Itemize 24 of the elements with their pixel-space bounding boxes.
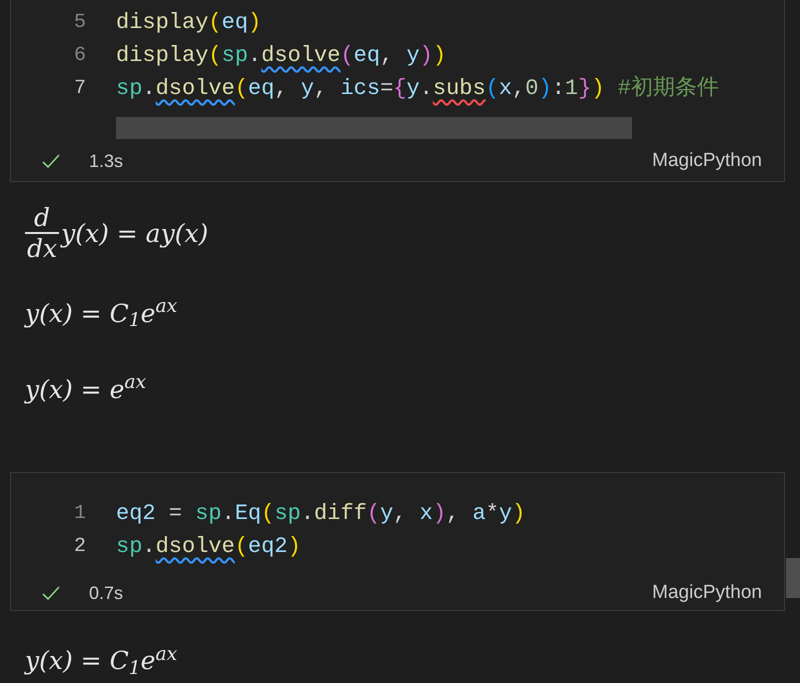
equation-text: y(x) = C$_{1}$e$^{ax}$ [25, 642, 178, 680]
fraction-numerator: d [33, 204, 52, 232]
code-line[interactable]: display(sp.dsolve(eq, y)) [116, 39, 446, 72]
scrollbar-thumb[interactable] [786, 558, 800, 598]
line-number: 7 [72, 76, 86, 102]
equation-text: y(x) = C$_{1}$e$^{ax}$ [25, 295, 178, 332]
code-line[interactable]: sp.dsolve(eq2) [116, 530, 301, 563]
line-number: 6 [72, 42, 86, 68]
code-line[interactable]: sp.dsolve(eq, y, ics={y.subs(x,0):1}) #初期条件 [116, 72, 719, 105]
code-line[interactable]: display(eq) [116, 6, 262, 39]
execution-time: 0.7s [89, 582, 124, 604]
notebook-cell[interactable]: 5 display(eq) 6 display(sp.dsolve(eq, y)) 7 sp.dsolve(eq, y, ics={y.subs(x,0):1}) #初期条件 1.3s MagicPython [10, 0, 785, 182]
code-line[interactable]: eq2 = sp.Eq(sp.diff(y, x), a*y) [116, 497, 526, 530]
line-number: 5 [72, 10, 86, 36]
line-number: 2 [72, 534, 86, 560]
language-label[interactable]: MagicPython [652, 146, 762, 176]
line-number: 1 [72, 500, 86, 526]
fraction-denominator: dx [26, 234, 58, 264]
language-label[interactable]: MagicPython [652, 578, 762, 608]
scrollbar-thumb[interactable] [116, 117, 632, 139]
equation-text: y(x) = e$^{ax}$ [25, 371, 146, 406]
execution-time: 1.3s [89, 150, 124, 172]
equation-text: y(x) = ay(x) [61, 218, 208, 250]
notebook-cell[interactable]: 1 eq2 = sp.Eq(sp.diff(y, x), a*y) 2 sp.dsolve(eq2) 0.7s MagicPython [10, 472, 785, 611]
